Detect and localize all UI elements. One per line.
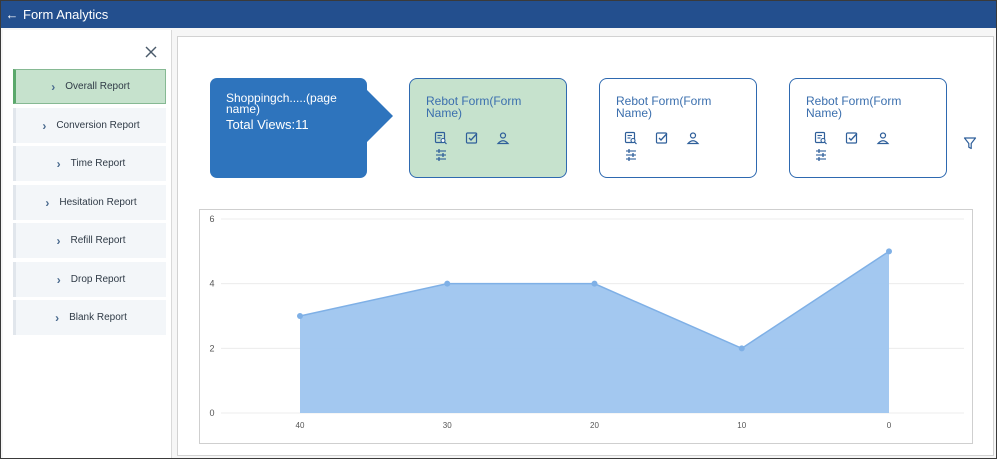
sidebar-item-label: Refill Report xyxy=(70,235,126,246)
back-arrow-icon[interactable]: ← xyxy=(1,1,23,28)
checkbox-icon[interactable] xyxy=(465,131,479,145)
area-fill xyxy=(300,251,889,413)
chevron-right-icon: › xyxy=(56,156,61,171)
checkbox-icon[interactable] xyxy=(845,131,859,145)
sidebar-item-label: Hesitation Report xyxy=(59,197,137,208)
card-pointer-arrow xyxy=(367,90,393,142)
title-bar: ← Form Analytics xyxy=(1,1,996,28)
form-card-icons xyxy=(624,131,714,165)
filter-icon[interactable] xyxy=(963,136,977,150)
chevron-right-icon: › xyxy=(55,310,60,325)
x-tick-label: 40 xyxy=(296,421,305,430)
sidebar-item-label: Drop Report xyxy=(70,274,126,285)
user-icon[interactable] xyxy=(496,131,510,145)
sidebar-item-conversion-report[interactable]: › Conversion Report xyxy=(13,108,166,143)
search-list-icon[interactable] xyxy=(814,131,828,145)
sidebar-item-label: Overall Report xyxy=(65,81,130,92)
form-card-icons xyxy=(434,131,524,165)
y-tick-label: 2 xyxy=(209,343,214,353)
chevron-right-icon: › xyxy=(51,79,56,94)
chart-svg: 0 2 4 6 40 30 20 10 0 xyxy=(209,214,964,430)
sidebar: › Overall Report › Conversion Report › T… xyxy=(3,30,172,458)
main-panel: Shoppingch.....(page name) Total Views:1… xyxy=(177,36,994,456)
sliders-icon[interactable] xyxy=(624,148,638,162)
page-title: Form Analytics xyxy=(23,7,109,22)
user-icon[interactable] xyxy=(686,131,700,145)
checkbox-icon[interactable] xyxy=(655,131,669,145)
y-tick-label: 4 xyxy=(209,279,214,289)
data-point xyxy=(591,280,598,287)
form-card[interactable]: Rebot Form(Form Name) xyxy=(789,78,947,178)
y-tick-label: 0 xyxy=(209,408,214,418)
area-chart: 0 2 4 6 40 30 20 10 0 xyxy=(199,209,973,444)
form-name: Rebot Form(Form Name) xyxy=(806,94,902,120)
data-point xyxy=(886,248,892,255)
form-card[interactable]: Rebot Form(Form Name) xyxy=(599,78,757,178)
form-card-icons xyxy=(814,131,904,165)
x-tick-label: 0 xyxy=(887,421,892,430)
data-point xyxy=(738,345,745,352)
sidebar-item-time-report[interactable]: › Time Report xyxy=(13,146,166,181)
sidebar-item-blank-report[interactable]: › Blank Report xyxy=(13,300,166,335)
form-card[interactable]: Rebot Form(Form Name) xyxy=(409,78,567,178)
page-summary-card[interactable]: Shoppingch.....(page name) Total Views:1… xyxy=(210,78,393,178)
chevron-right-icon: › xyxy=(56,272,61,287)
app-window: ← Form Analytics › Overall Report › Conv… xyxy=(0,0,997,459)
chevron-right-icon: › xyxy=(42,118,47,133)
x-tick-label: 30 xyxy=(443,421,452,430)
x-tick-label: 20 xyxy=(590,421,599,430)
x-tick-label: 10 xyxy=(737,421,746,430)
form-name: Rebot Form(Form Name) xyxy=(616,94,712,120)
sliders-icon[interactable] xyxy=(814,148,828,162)
search-list-icon[interactable] xyxy=(434,131,448,145)
close-icon[interactable] xyxy=(144,45,158,59)
sidebar-item-hesitation-report[interactable]: › Hesitation Report xyxy=(13,185,166,220)
search-list-icon[interactable] xyxy=(624,131,638,145)
data-point xyxy=(297,313,303,319)
total-views: Total Views:11 xyxy=(226,117,309,132)
data-point xyxy=(444,280,451,287)
chevron-right-icon: › xyxy=(45,195,50,210)
sliders-icon[interactable] xyxy=(434,148,448,162)
sidebar-item-label: Blank Report xyxy=(69,312,127,323)
chevron-right-icon: › xyxy=(56,233,61,248)
user-icon[interactable] xyxy=(876,131,890,145)
sidebar-item-label: Time Report xyxy=(70,158,126,169)
sidebar-item-overall-report[interactable]: › Overall Report xyxy=(13,69,166,104)
y-tick-label: 6 xyxy=(209,214,214,224)
sidebar-item-drop-report[interactable]: › Drop Report xyxy=(13,262,166,297)
page-name: Shoppingch.....(page name) xyxy=(226,91,337,116)
sidebar-item-refill-report[interactable]: › Refill Report xyxy=(13,223,166,258)
sidebar-item-label: Conversion Report xyxy=(56,120,140,131)
form-name: Rebot Form(Form Name) xyxy=(426,94,522,120)
